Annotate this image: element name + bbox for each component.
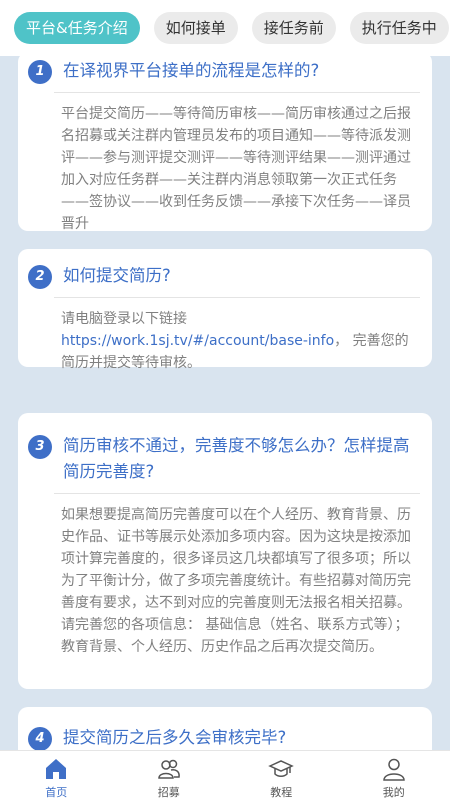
faq-card: 4 提交简历之后多久会审核完毕?: [18, 707, 432, 750]
graduation-cap-icon: [268, 760, 295, 777]
bottom-navigation: 首页 招募 教程 我的: [0, 750, 450, 800]
nav-item-mine[interactable]: 我的: [338, 751, 450, 800]
nav-label: 招募: [157, 786, 180, 799]
question-number-badge: 2: [28, 265, 52, 289]
tab-before-task[interactable]: 接任务前: [251, 12, 336, 44]
question-number-badge: 1: [28, 60, 52, 84]
faq-card: 2 如何提交简历? 请电脑登录以下链接 https://work.1sj.tv/…: [18, 249, 432, 371]
tab-during-task[interactable]: 执行任务中: [349, 12, 449, 44]
answer-text: 请电脑登录以下链接 https://work.1sj.tv/#/account/…: [18, 298, 432, 374]
tab-how-to-take-orders[interactable]: 如何接单: [153, 12, 238, 44]
top-tab-bar: 平台&任务介绍 如何接单 接任务前 执行任务中: [0, 0, 450, 56]
nav-item-tutorial[interactable]: 教程: [225, 751, 338, 800]
nav-item-home[interactable]: 首页: [0, 751, 113, 800]
question-number-badge: 4: [28, 727, 52, 750]
question-title: 简历审核不通过，完善度不够怎么办？怎样提高简历完善度?: [63, 436, 410, 481]
home-icon: [46, 759, 67, 779]
answer-text: 平台提交简历——等待简历审核——简历审核通过之后报名招募或关注群内管理员发布的项…: [61, 106, 411, 232]
resume-link[interactable]: https://work.1sj.tv/#/account/base-info: [61, 333, 334, 349]
nav-label: 教程: [270, 786, 293, 799]
nav-label: 首页: [45, 786, 68, 799]
question-title: 提交简历之后多久会审核完毕?: [63, 728, 287, 747]
nav-item-recruit[interactable]: 招募: [113, 751, 226, 800]
tab-platform-intro[interactable]: 平台&任务介绍: [14, 12, 140, 44]
question-title: 在译视界平台接单的流程是怎样的?: [63, 61, 320, 80]
people-icon: [157, 759, 180, 779]
question-title: 如何提交简历?: [63, 266, 171, 285]
user-icon: [382, 758, 405, 781]
faq-card: 1 在译视界平台接单的流程是怎样的? 平台提交简历——等待简历审核——简历审核通…: [18, 56, 432, 232]
answer-text: 如果想要提高简历完善度可以在个人经历、教育背景、历史作品、证书等展示处添加多项内…: [61, 507, 411, 655]
question-number-badge: 3: [28, 435, 52, 459]
nav-label: 我的: [382, 786, 405, 799]
answer-prefix: 请电脑登录以下链接: [61, 311, 187, 327]
faq-list: 1 在译视界平台接单的流程是怎样的? 平台提交简历——等待简历审核——简历审核通…: [0, 56, 450, 750]
faq-card: 3 简历审核不通过，完善度不够怎么办？怎样提高简历完善度? 如果想要提高简历完善…: [18, 413, 432, 689]
